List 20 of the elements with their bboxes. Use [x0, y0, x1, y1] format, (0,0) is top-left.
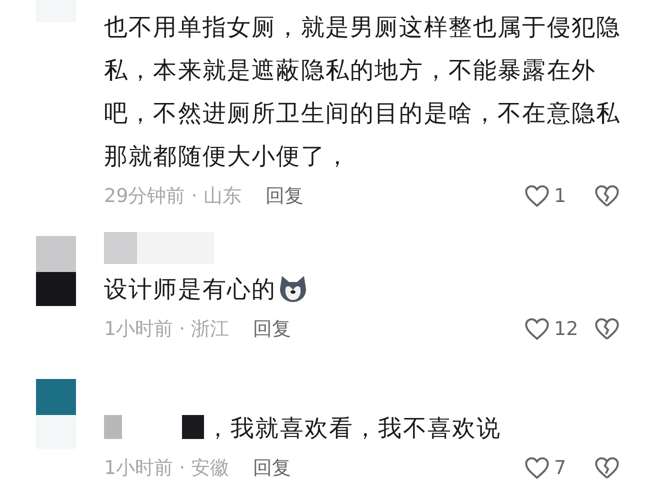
like-button[interactable]: 1	[524, 183, 594, 209]
broken-heart-icon[interactable]	[594, 455, 620, 481]
heart-icon[interactable]	[524, 316, 550, 342]
avatar[interactable]	[36, 379, 76, 449]
comment-text: ，我就喜欢看，我不喜欢说	[206, 414, 502, 442]
broken-heart-icon[interactable]	[594, 316, 620, 342]
time-location: 29分钟前 · 山东	[104, 184, 242, 209]
time-location: 1小时前 · 安徽	[104, 456, 230, 481]
like-button[interactable]: 7	[524, 455, 594, 481]
reply-link[interactable]: 回复	[253, 455, 292, 481]
reply-link[interactable]: 回复	[265, 183, 304, 209]
avatar[interactable]	[36, 236, 76, 306]
reply-link[interactable]: 回复	[253, 316, 292, 342]
heart-icon[interactable]	[524, 455, 550, 481]
comment-text: 也不用单指女厕，就是男厕这样整也属于侵犯隐私，本来就是遮蔽隐私的地方，不能暴露在外吧，不然进厕所卫生间的目的是啥，不在意隐私那就都随便大小便了，	[104, 13, 621, 170]
time-location: 1小时前 · 浙江	[104, 317, 230, 342]
comment-text: 设计师是有心的	[104, 275, 276, 303]
heart-icon[interactable]	[524, 183, 550, 209]
broken-heart-icon[interactable]	[594, 183, 620, 209]
like-button[interactable]: 12	[524, 316, 594, 342]
